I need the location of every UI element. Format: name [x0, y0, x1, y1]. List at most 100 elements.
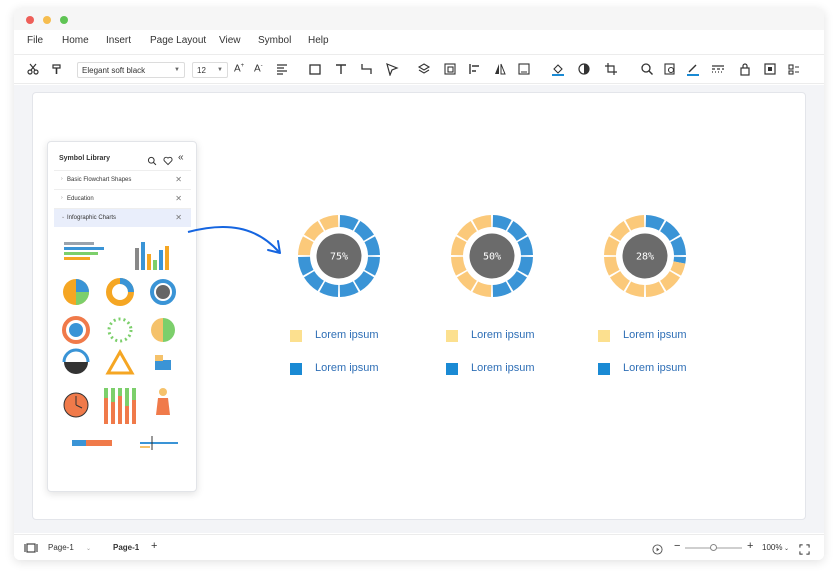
line-color-icon[interactable] [686, 62, 700, 76]
donut-segment-value [492, 281, 512, 297]
zoom-page-icon[interactable] [663, 62, 677, 76]
donut-chart-50[interactable]: 50% [449, 213, 535, 299]
cut-icon[interactable] [26, 62, 40, 76]
menu-insert[interactable]: Insert [106, 35, 131, 46]
crop-icon[interactable] [604, 62, 618, 76]
pie-thumbnail [63, 279, 89, 305]
clock-thumbnail [63, 392, 89, 418]
rectangle-icon[interactable] [308, 62, 322, 76]
font-family-select[interactable]: Elegant soft black ▼ [77, 62, 185, 78]
close-icon[interactable]: ✕ [175, 175, 182, 184]
maximize-window-button[interactable] [60, 16, 68, 24]
flip-icon[interactable] [493, 62, 507, 76]
close-icon[interactable]: ✕ [175, 194, 182, 203]
minimize-window-button[interactable] [43, 16, 51, 24]
donut-chart-28[interactable]: 28% [602, 213, 688, 299]
close-icon[interactable]: ✕ [175, 213, 182, 222]
search-icon[interactable] [640, 62, 654, 76]
search-icon[interactable] [147, 153, 157, 171]
drag-arrow [187, 226, 281, 254]
font-size-select[interactable]: 12 ▼ [192, 62, 228, 78]
chevron-down-icon[interactable]: ⌄ [784, 545, 789, 552]
status-bar: Page-1 ⌄ Page-1 + − + 100% ⌄ [14, 534, 824, 560]
half-circle-thumbnail [151, 318, 175, 342]
donut-segment-remainder [451, 236, 467, 256]
donut-segment-value [670, 236, 686, 256]
close-window-button[interactable] [26, 16, 34, 24]
donut-segment-remainder [319, 215, 339, 231]
library-category-basic-flowchart[interactable]: › Basic Flowchart Shapes ✕ [54, 170, 191, 189]
zoom-slider-thumb[interactable] [710, 544, 717, 551]
zoom-out-button[interactable]: − [674, 540, 680, 552]
chevron-down-icon: ▼ [217, 67, 223, 73]
donut-segment-value [364, 236, 380, 256]
heart-icon[interactable] [163, 153, 173, 171]
chevron-down-icon: ▼ [174, 67, 180, 73]
legend-swatch [290, 363, 302, 375]
donut-segment-remainder [298, 236, 314, 256]
shape-fill-icon[interactable] [577, 62, 591, 76]
text-icon[interactable] [334, 62, 348, 76]
stacked-columns-thumbnail [104, 388, 136, 424]
lock-icon[interactable] [738, 62, 752, 76]
line-style-icon[interactable] [711, 62, 725, 76]
donut-segment-value [298, 256, 314, 276]
decrease-font-icon[interactable]: A- [254, 63, 268, 77]
connector-icon[interactable] [360, 62, 374, 76]
menu-symbol[interactable]: Symbol [258, 35, 291, 46]
app-window: File Home Insert Page Layout View Symbol… [14, 8, 824, 560]
donut-segment-remainder [645, 281, 665, 297]
ring-thumbnail [150, 279, 176, 305]
format-painter-icon[interactable] [50, 62, 64, 76]
add-page-button[interactable]: + [151, 540, 157, 552]
page-tab-active[interactable]: Page-1 [113, 543, 139, 552]
donut-segment-value [492, 215, 512, 231]
cup-thumbnail [62, 348, 90, 374]
donut-chart-75[interactable]: 75% [296, 213, 382, 299]
frame-icon[interactable] [517, 62, 531, 76]
fullscreen-icon[interactable] [799, 542, 810, 560]
donut-segment-value [517, 236, 533, 256]
play-icon[interactable] [652, 542, 663, 560]
chevron-right-icon: › [61, 176, 63, 182]
menu-home[interactable]: Home [62, 35, 89, 46]
column-chart-thumbnail [135, 242, 169, 270]
menu-help[interactable]: Help [308, 35, 329, 46]
page-select[interactable]: Page-1 [48, 543, 74, 552]
zoom-level[interactable]: 100% [762, 543, 782, 552]
menu-file[interactable]: File [27, 35, 43, 46]
progress-bar-thumbnail [72, 440, 112, 446]
chevron-down-icon[interactable]: ⌄ [86, 545, 91, 552]
category-label: Infographic Charts [67, 215, 117, 221]
library-category-infographic-charts[interactable]: ⌄ Infographic Charts ✕ [54, 208, 191, 227]
zoom-slider[interactable] [685, 544, 742, 551]
fit-icon[interactable] [763, 62, 777, 76]
legend-label: Lorem ipsum [315, 362, 379, 374]
slider-thumbnail [140, 436, 178, 450]
align-left-icon[interactable] [468, 62, 482, 76]
donut-segment-remainder [472, 215, 492, 231]
legend-swatch [290, 330, 302, 342]
legend-swatch [598, 330, 610, 342]
donut-segment-value [645, 215, 665, 231]
group-icon[interactable] [443, 62, 457, 76]
donut-percent-label: 28% [636, 252, 654, 263]
increase-font-icon[interactable]: A+ [234, 63, 248, 77]
library-category-education[interactable]: › Education ✕ [54, 189, 191, 208]
category-label: Basic Flowchart Shapes [67, 177, 132, 183]
font-size-value: 12 [197, 66, 206, 75]
page-view-icon[interactable] [24, 541, 38, 559]
align-icon[interactable] [275, 62, 289, 76]
collapse-icon[interactable]: « [178, 152, 184, 163]
library-title: Symbol Library [59, 155, 110, 162]
infographic-thumbnails[interactable] [48, 230, 198, 460]
legend-swatch [446, 330, 458, 342]
zoom-in-button[interactable]: + [747, 540, 753, 552]
menu-page-layout[interactable]: Page Layout [150, 35, 206, 46]
fill-icon[interactable] [551, 62, 565, 76]
legend-swatch [598, 363, 610, 375]
more-icon[interactable] [787, 62, 801, 76]
layers-icon[interactable] [417, 62, 431, 76]
menu-view[interactable]: View [219, 35, 241, 46]
pointer-icon[interactable] [385, 62, 399, 76]
